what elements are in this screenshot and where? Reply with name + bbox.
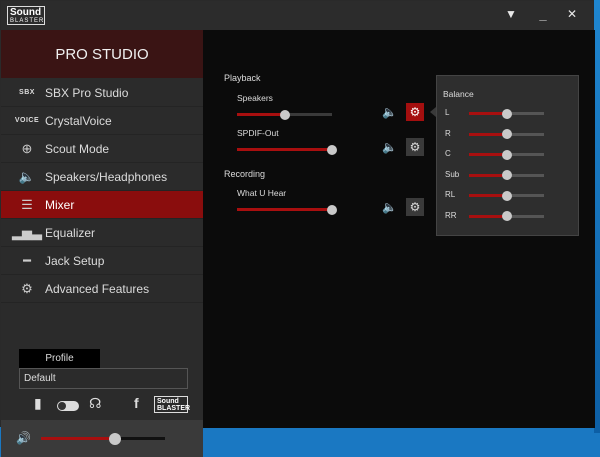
balance-channel-label: R	[445, 128, 451, 138]
crystalvoice-icon: VOICE	[14, 117, 40, 124]
sidebar-item-label: Advanced Features	[45, 281, 150, 296]
sidebar-item-sbx-pro-studio[interactable]: SBX SBX Pro Studio	[1, 79, 203, 107]
sidebar-item-mixer[interactable]: ☰ Mixer	[1, 191, 203, 219]
playback-section-title: Playback	[224, 73, 261, 83]
channel-settings-button[interactable]: ⚙	[406, 138, 424, 156]
channel-label: SPDIF-Out	[237, 128, 279, 138]
channel-volume-slider[interactable]	[237, 144, 337, 155]
balance-slider[interactable]	[469, 190, 544, 201]
slider-knob[interactable]	[109, 432, 122, 445]
profile-tab[interactable]: Profile	[19, 349, 100, 368]
output-toggle[interactable]	[57, 401, 79, 411]
slider-knob[interactable]	[279, 109, 290, 120]
slider-fill	[237, 148, 332, 151]
sidebar-item-equalizer[interactable]: ▂▅▃ Equalizer	[1, 219, 203, 247]
balance-slider[interactable]	[469, 129, 544, 139]
balance-channel-label: C	[445, 149, 451, 158]
balance-slider[interactable]	[469, 170, 544, 180]
sidebar-item-crystalvoice[interactable]: VOICE CrystalVoice	[1, 107, 203, 135]
slider-fill	[237, 208, 332, 211]
channel-label: What U Hear	[237, 188, 287, 198]
speaker-headphone-icon: 🔈	[18, 168, 36, 184]
slider-knob[interactable]	[501, 170, 512, 180]
sidebar: PRO STUDIO SBX SBX Pro Studio VOICE Crystal…	[1, 30, 203, 457]
sidebar-item-label: Mixer	[45, 197, 75, 212]
mute-speaker-icon[interactable]: 🔈	[382, 105, 397, 119]
mute-speaker-icon[interactable]: 🔈	[382, 200, 397, 214]
sound-blaster-mini-logo[interactable]: Sound BLASTER	[154, 396, 190, 413]
channel-volume-slider[interactable]	[237, 204, 337, 215]
balance-channel-label: RR	[445, 210, 457, 220]
sidebar-item-label: CrystalVoice	[45, 113, 112, 128]
master-volume-bar: 🔊	[1, 420, 203, 457]
sidebar-item-advanced-features[interactable]: ⚙ Advanced Features	[1, 275, 203, 303]
mixer-panel: Playback Recording Speakers 🔈 ⚙ SPDIF-Out 🔈 ⚙…	[203, 30, 595, 428]
gears-icon: ⚙	[21, 280, 33, 296]
sidebar-item-label: SBX Pro Studio	[45, 85, 129, 100]
slider-fill	[469, 153, 507, 156]
channel-volume-slider[interactable]	[237, 109, 332, 120]
balance-channel-label: Sub	[445, 169, 460, 179]
profile-select[interactable]: Default	[19, 368, 188, 389]
sidebar-item-speakers-headphones[interactable]: 🔈 Speakers/Headphones	[1, 163, 203, 191]
toggle-knob	[58, 402, 66, 410]
master-volume-slider[interactable]	[41, 432, 165, 445]
crosshair-icon: ⊕	[21, 140, 33, 156]
slider-knob[interactable]	[501, 190, 512, 201]
jack-icon: ━	[23, 252, 31, 268]
slider-knob[interactable]	[501, 129, 512, 139]
sidebar-item-label: Scout Mode	[45, 141, 110, 156]
sidebar-nav: SBX SBX Pro Studio VOICE CrystalVoice ⊕ Scout…	[1, 79, 203, 303]
slider-fill	[237, 113, 285, 116]
slider-knob[interactable]	[501, 149, 512, 160]
volume-icon[interactable]: 🔊	[16, 431, 31, 445]
slider-knob[interactable]	[327, 204, 337, 215]
slider-knob[interactable]	[501, 108, 512, 119]
balance-channel-label: RL	[445, 190, 456, 199]
balance-popover: Balance L R C Sub RL RR	[436, 75, 579, 236]
sound-blaster-window: Sound BLASTER ▼ _ ✕ PRO STUDIO SBX SBX Pr…	[0, 0, 595, 457]
slider-fill	[469, 214, 507, 218]
sidebar-item-label: Speakers/Headphones	[45, 169, 168, 184]
output-switch-row: ▮ ☊ f Sound BLASTER	[1, 395, 203, 415]
slider-fill	[469, 112, 507, 115]
chevron-down-icon: ▼	[505, 7, 517, 21]
slider-knob[interactable]	[501, 211, 512, 221]
sidebar-item-label: Equalizer	[45, 225, 96, 240]
balance-slider[interactable]	[469, 149, 544, 160]
balance-title: Balance	[443, 89, 474, 99]
headphones-output-icon[interactable]: ☊	[89, 395, 101, 412]
sidebar-item-scout-mode[interactable]: ⊕ Scout Mode	[1, 135, 203, 163]
slider-fill	[469, 194, 507, 197]
sbx-icon: SBX	[19, 89, 35, 96]
close-icon: ✕	[566, 7, 578, 21]
slider-knob[interactable]	[327, 144, 337, 155]
title-bar[interactable]: Sound BLASTER ▼ _ ✕	[1, 1, 593, 30]
minimize-button[interactable]: _	[534, 7, 552, 22]
equalizer-icon: ▂▅▃	[12, 224, 42, 240]
slider-fill	[469, 132, 507, 136]
balance-slider[interactable]	[469, 211, 544, 221]
speaker-output-icon[interactable]: ▮	[34, 395, 42, 412]
channel-label: Speakers	[237, 93, 273, 103]
sidebar-item-label: Jack Setup	[45, 253, 105, 268]
close-button[interactable]: ✕	[563, 7, 581, 21]
mute-speaker-icon[interactable]: 🔈	[382, 140, 397, 154]
channel-settings-button[interactable]: ⚙	[406, 103, 424, 121]
channel-settings-button[interactable]: ⚙	[406, 198, 424, 216]
mixer-icon: ☰	[21, 196, 33, 212]
sound-blaster-logo: Sound BLASTER	[7, 6, 45, 25]
profile-brand-title: PRO STUDIO	[1, 30, 203, 78]
menu-dropdown-button[interactable]: ▼	[502, 7, 520, 21]
slider-fill	[469, 173, 507, 177]
facebook-icon[interactable]: f	[134, 395, 139, 411]
slider-fill	[41, 437, 116, 440]
balance-slider[interactable]	[469, 108, 544, 119]
balance-channel-label: L	[445, 108, 450, 117]
sidebar-item-jack-setup[interactable]: ━ Jack Setup	[1, 247, 203, 275]
recording-section-title: Recording	[224, 169, 266, 179]
